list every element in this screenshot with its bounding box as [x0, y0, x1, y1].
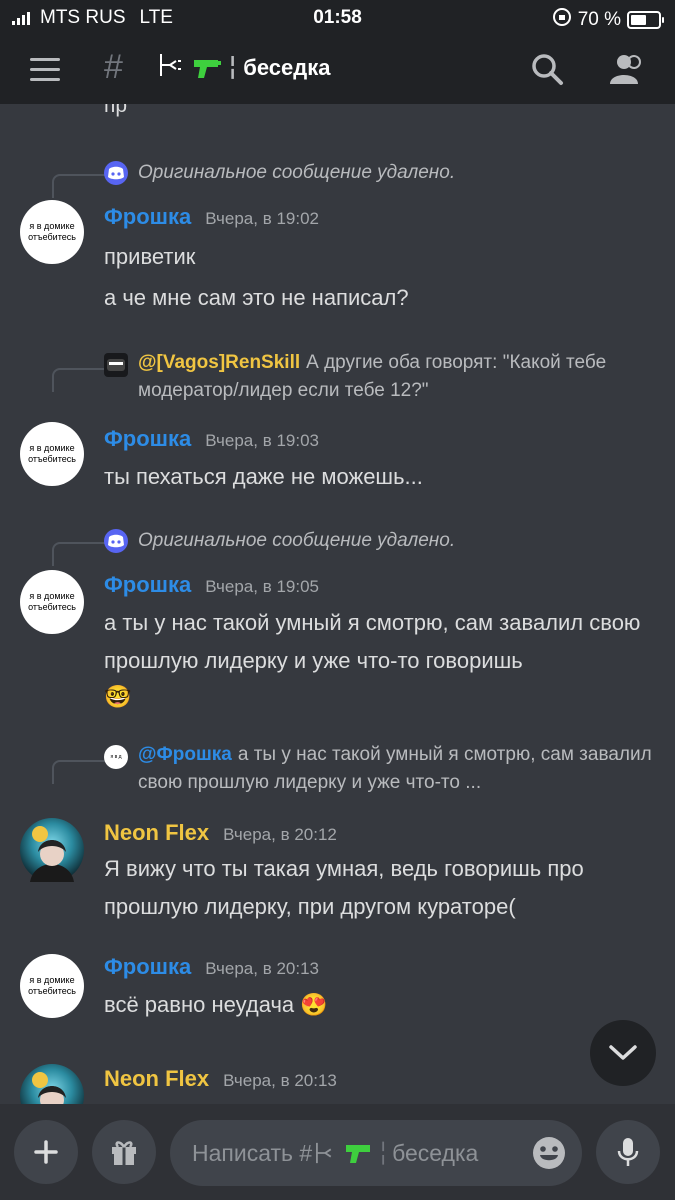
- avatar[interactable]: я в домике отъебитесь: [20, 570, 84, 634]
- vagos-avatar-icon: [104, 353, 128, 377]
- chevron-down-icon: [609, 1045, 637, 1060]
- message-line: Я вижу что ты такая умная, ведь говоришь…: [104, 856, 584, 919]
- message-list[interactable]: пр Оригинальное сообщение удалено. я в д…: [0, 104, 675, 1104]
- reply-mention[interactable]: @[Vagos]RenSkill: [138, 352, 300, 373]
- author-name[interactable]: Фрошка Вчера, в 20:13: [104, 954, 319, 980]
- members-icon[interactable]: [608, 52, 644, 91]
- reply-connector: [52, 542, 106, 566]
- branch-icon: [158, 52, 188, 84]
- channel-name: беседка: [243, 55, 331, 80]
- message-text: приветик а че мне сам это не написал?: [104, 238, 654, 317]
- attach-button[interactable]: [14, 1120, 78, 1184]
- search-icon[interactable]: [530, 52, 564, 91]
- reply-preview[interactable]: @[Vagos]RenSkill А другие оба говорят: "К…: [104, 349, 658, 405]
- avatar[interactable]: я в домике отъебитесь: [20, 422, 84, 486]
- channel-title: ╎ беседка: [158, 52, 330, 84]
- avatar[interactable]: [20, 1064, 84, 1104]
- avatar[interactable]: я в домике отъебитесь: [20, 954, 84, 1018]
- timestamp: Вчера, в 20:12: [223, 825, 337, 844]
- emoji-icon: [533, 1137, 565, 1169]
- author-name[interactable]: Фрошка Вчера, в 19:05: [104, 572, 319, 598]
- avatar[interactable]: [20, 818, 84, 882]
- plus-icon: [34, 1140, 58, 1164]
- reply-connector: [52, 174, 106, 198]
- reply-connector: [52, 368, 106, 392]
- battery-icon: [627, 11, 664, 29]
- reply-preview[interactable]: я в д @Фрошка а ты у нас такой умный я см…: [104, 741, 675, 797]
- message-text: ты пехаться даже не можешь...: [104, 458, 654, 496]
- discord-logo-icon: [104, 529, 128, 553]
- status-bar: MTS RUS LTE 01:58 70 %: [0, 0, 675, 36]
- battery-percent: 70 %: [577, 9, 621, 30]
- frosh-avatar-icon: я в д: [104, 745, 128, 769]
- jump-to-bottom-button[interactable]: [590, 1020, 656, 1086]
- deleted-message-notice: Оригинальное сообщение удалено.: [138, 530, 456, 551]
- message-line: ты пехаться даже не можешь...: [104, 464, 423, 489]
- author-name[interactable]: Neon Flex Вчера, в 20:13: [104, 1066, 337, 1092]
- author-name[interactable]: Фрошка Вчера, в 19:02: [104, 204, 319, 230]
- author-name[interactable]: Neon Flex Вчера, в 20:12: [104, 820, 337, 846]
- gift-button[interactable]: [92, 1120, 156, 1184]
- water-pistol-icon: [346, 1145, 371, 1163]
- reply-preview[interactable]: Оригинальное сообщение удалено.: [104, 527, 455, 555]
- microphone-icon: [617, 1138, 639, 1166]
- message-line: приветик: [104, 244, 196, 269]
- message-text: а ты у нас такой умный я смотрю, сам зав…: [104, 604, 654, 716]
- message-line: а че мне сам это не написал?: [104, 285, 409, 310]
- message-text: всё равно неудача 😍: [104, 986, 654, 1024]
- voice-message-button[interactable]: [596, 1120, 660, 1184]
- message-composer: Написать # ╎ беседка: [0, 1104, 675, 1200]
- timestamp: Вчера, в 20:13: [205, 959, 319, 978]
- truncated-message-text: пр: [104, 104, 128, 117]
- nerd-face-emoji: 🤓: [104, 684, 132, 709]
- reply-preview[interactable]: Оригинальное сообщение удалено.: [104, 159, 455, 187]
- hash-icon: #: [104, 48, 123, 86]
- avatar[interactable]: я в домике отъебитесь: [20, 200, 84, 264]
- reply-mention[interactable]: @Фрошка: [138, 744, 232, 765]
- timestamp: Вчера, в 19:02: [205, 209, 319, 228]
- discord-logo-icon: [104, 161, 128, 185]
- orientation-lock-icon: [552, 7, 572, 33]
- reply-connector: [52, 760, 106, 784]
- branch-icon: [316, 1142, 332, 1164]
- message-input[interactable]: Написать # ╎ беседка: [170, 1120, 582, 1186]
- timestamp: Вчера, в 19:03: [205, 431, 319, 450]
- channel-header: # ╎ беседка: [0, 36, 675, 104]
- timestamp: Вчера, в 20:13: [223, 1071, 337, 1090]
- timestamp: Вчера, в 19:05: [205, 577, 319, 596]
- message-text: Я вижу что ты такая умная, ведь говоришь…: [104, 850, 654, 926]
- message-input-placeholder: Написать # ╎ беседка: [192, 1139, 479, 1166]
- menu-icon[interactable]: [30, 58, 60, 88]
- emoji-picker-button[interactable]: [532, 1136, 566, 1175]
- water-pistol-icon: [192, 56, 222, 80]
- author-name[interactable]: Фрошка Вчера, в 19:03: [104, 426, 319, 452]
- deleted-message-notice: Оригинальное сообщение удалено.: [138, 162, 456, 183]
- gift-icon: [112, 1141, 136, 1165]
- message-line: всё равно неудача 😍: [104, 992, 328, 1017]
- message-line: а ты у нас такой умный я смотрю, сам зав…: [104, 610, 641, 673]
